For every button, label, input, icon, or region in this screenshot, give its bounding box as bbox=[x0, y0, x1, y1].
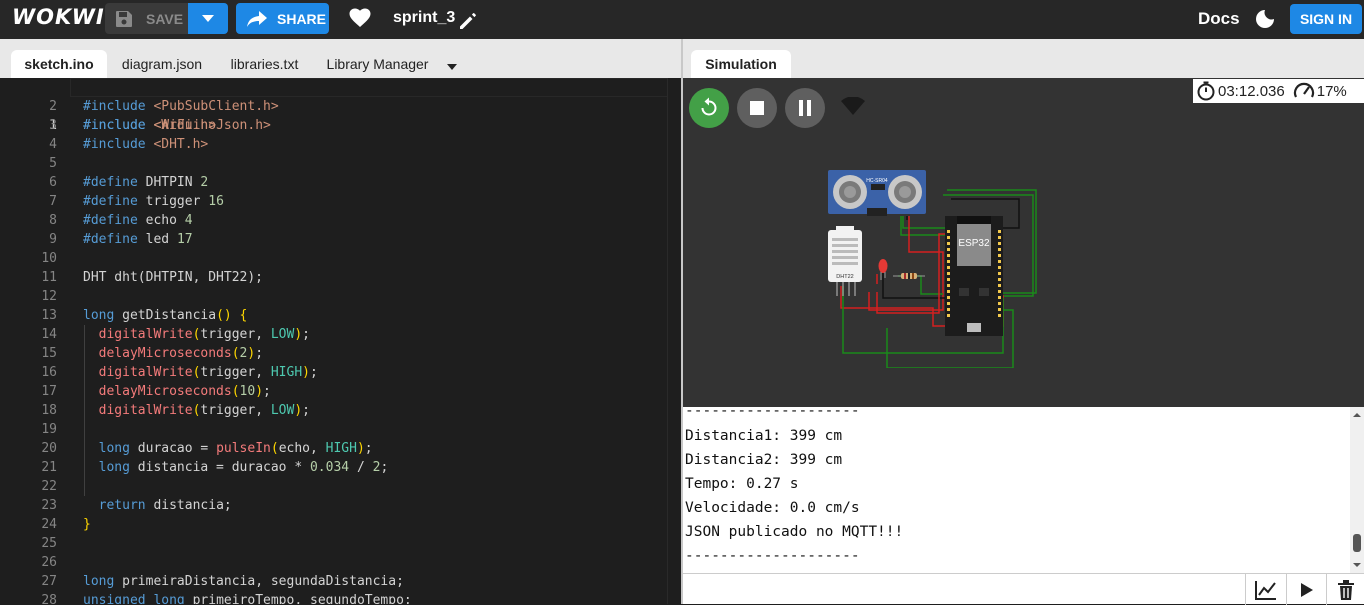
serial-play-button[interactable] bbox=[1286, 574, 1326, 605]
serial-monitor[interactable]: -------------------- Distancia1: 399 cm … bbox=[683, 407, 1350, 573]
wifi-icon bbox=[841, 96, 865, 122]
code-line[interactable]: 2 #include <PubSubClient.h> bbox=[0, 97, 681, 116]
code-line[interactable]: 4 #include <DHT.h> bbox=[0, 135, 681, 154]
wokwi-logo[interactable]: WOKWI bbox=[12, 5, 105, 29]
code-line[interactable]: 10 bbox=[0, 249, 681, 268]
share-label: SHARE bbox=[277, 10, 327, 27]
code-editor[interactable]: 1 #include <WiFi.h> 2 #include <PubSubClie… bbox=[0, 78, 681, 604]
editor-tab-bar: sketch.ino diagram.json libraries.txt Li… bbox=[0, 39, 681, 78]
docs-link[interactable]: Docs bbox=[1198, 9, 1240, 29]
serial-input-bar bbox=[683, 573, 1364, 605]
stop-simulation-button[interactable] bbox=[737, 88, 777, 128]
serial-scroll-thumb[interactable] bbox=[1353, 534, 1361, 552]
pencil-icon[interactable] bbox=[458, 11, 478, 36]
caret-down-icon bbox=[447, 64, 457, 70]
serial-line: JSON publicado no MQTT!!! bbox=[685, 524, 904, 540]
tab-libraries-txt[interactable]: libraries.txt bbox=[219, 50, 310, 78]
code-line[interactable]: 15 delayMicroseconds(2); bbox=[0, 344, 681, 363]
share-icon bbox=[247, 10, 267, 27]
elapsed-time: 03:12.036 bbox=[1218, 82, 1285, 100]
save-label: SAVE bbox=[146, 10, 184, 27]
code-line[interactable]: 17 delayMicroseconds(10); bbox=[0, 382, 681, 401]
circuit-diagram[interactable]: HC-SR04 DHT22 ESP32 bbox=[823, 168, 1053, 368]
code-line[interactable]: 22 bbox=[0, 477, 681, 496]
speedometer-icon bbox=[1293, 82, 1314, 98]
resistor[interactable] bbox=[893, 273, 925, 279]
moon-icon[interactable] bbox=[1255, 9, 1275, 34]
code-line[interactable]: 13 long getDistancia() { bbox=[0, 306, 681, 325]
code-line[interactable]: 12 bbox=[0, 287, 681, 306]
serial-scrollbar[interactable] bbox=[1350, 407, 1364, 573]
play-icon bbox=[1300, 582, 1313, 597]
code-line[interactable]: 18 digitalWrite(trigger, LOW); bbox=[0, 401, 681, 420]
ultrasonic-sensor[interactable]: HC-SR04 bbox=[828, 170, 926, 216]
code-line[interactable]: 7 #define trigger 16 bbox=[0, 192, 681, 211]
chart-icon bbox=[1254, 580, 1276, 600]
pause-icon bbox=[799, 100, 811, 116]
top-bar: WOKWI SAVE SHARE sprint_3 Docs SIGN IN bbox=[0, 0, 1364, 39]
serial-line: Distancia1: 399 cm bbox=[685, 428, 843, 444]
dht-label: DHT22 bbox=[836, 274, 853, 280]
project-name[interactable]: sprint_3 bbox=[393, 9, 455, 27]
save-dropdown-button[interactable] bbox=[188, 3, 228, 34]
code-line[interactable]: 26 bbox=[0, 553, 681, 572]
heart-icon[interactable] bbox=[349, 8, 371, 33]
trash-icon bbox=[1337, 579, 1354, 600]
sensor-label: HC-SR04 bbox=[866, 178, 888, 184]
serial-input[interactable] bbox=[683, 574, 1245, 605]
simulation-speed: 17% bbox=[1316, 82, 1347, 100]
code-line[interactable]: 3 #include <ArduinoJson.h> bbox=[0, 116, 681, 135]
pause-simulation-button[interactable] bbox=[785, 88, 825, 128]
clear-serial-button[interactable] bbox=[1326, 574, 1364, 605]
save-button[interactable]: SAVE bbox=[105, 3, 188, 34]
code-line[interactable]: 9 #define led 17 bbox=[0, 230, 681, 249]
chevron-down-icon bbox=[202, 14, 214, 22]
editor-scrollbar[interactable] bbox=[667, 78, 681, 604]
tab-simulation[interactable]: Simulation bbox=[691, 50, 791, 78]
code-line[interactable]: 24} bbox=[0, 515, 681, 534]
dht22-sensor[interactable]: DHT22 bbox=[828, 226, 862, 296]
serial-line: Distancia2: 399 cm bbox=[685, 452, 843, 468]
tabs-menu-button[interactable] bbox=[443, 53, 461, 81]
board-label: ESP32 bbox=[958, 238, 990, 249]
code-line[interactable]: 8 #define echo 4 bbox=[0, 211, 681, 230]
serial-line: Velocidade: 0.0 cm/s bbox=[685, 500, 860, 516]
esp32-board[interactable]: ESP32 bbox=[945, 216, 1003, 336]
code-line[interactable]: 23 return distancia; bbox=[0, 496, 681, 515]
sign-in-button[interactable]: SIGN IN bbox=[1290, 4, 1362, 34]
code-line[interactable]: 28 unsigned long primeiroTempo, segundoTe… bbox=[0, 591, 681, 604]
plotter-button[interactable] bbox=[1245, 574, 1285, 605]
stop-icon bbox=[750, 101, 764, 115]
share-button[interactable]: SHARE bbox=[236, 3, 329, 34]
code-line[interactable]: 20 long duracao = pulseIn(echo, HIGH); bbox=[0, 439, 681, 458]
code-line[interactable]: 1 #include <WiFi.h> bbox=[0, 78, 681, 133]
stopwatch-icon bbox=[1197, 81, 1215, 101]
code-line[interactable]: 14 digitalWrite(trigger, LOW); bbox=[0, 325, 681, 344]
save-icon bbox=[115, 10, 133, 28]
tab-diagram-json[interactable]: diagram.json bbox=[113, 50, 211, 78]
tab-sketch-ino[interactable]: sketch.ino bbox=[11, 50, 107, 78]
tab-library-manager[interactable]: Library Manager bbox=[318, 50, 437, 78]
simulation-canvas[interactable]: 03:12.036 17% HC-SR04 DHT22 ESP32 bbox=[683, 78, 1364, 408]
code-line[interactable]: 21 long distancia = duracao * 0.034 / 2; bbox=[0, 458, 681, 477]
restart-simulation-button[interactable] bbox=[689, 88, 729, 128]
code-line[interactable]: 6 #define DHTPIN 2 bbox=[0, 173, 681, 192]
serial-line: -------------------- bbox=[685, 407, 860, 419]
code-line[interactable]: 5 bbox=[0, 154, 681, 173]
code-line[interactable]: 25 bbox=[0, 534, 681, 553]
code-line[interactable]: 27 long primeiraDistancia, segundaDistanc… bbox=[0, 572, 681, 591]
simulation-timer: 03:12.036 17% bbox=[1193, 79, 1364, 103]
serial-line: Tempo: 0.27 s bbox=[685, 476, 799, 492]
simulation-tab-bar: Simulation bbox=[683, 39, 1364, 78]
code-line[interactable]: 11 DHT dht(DHTPIN, DHT22); bbox=[0, 268, 681, 287]
code-line[interactable]: 19 bbox=[0, 420, 681, 439]
restart-icon bbox=[701, 97, 717, 116]
code-line[interactable]: 16 digitalWrite(trigger, HIGH); bbox=[0, 363, 681, 382]
scroll-down-icon bbox=[1353, 563, 1361, 567]
serial-line: -------------------- bbox=[685, 548, 860, 564]
scroll-up-icon bbox=[1353, 413, 1361, 417]
current-line-highlight bbox=[70, 78, 681, 97]
